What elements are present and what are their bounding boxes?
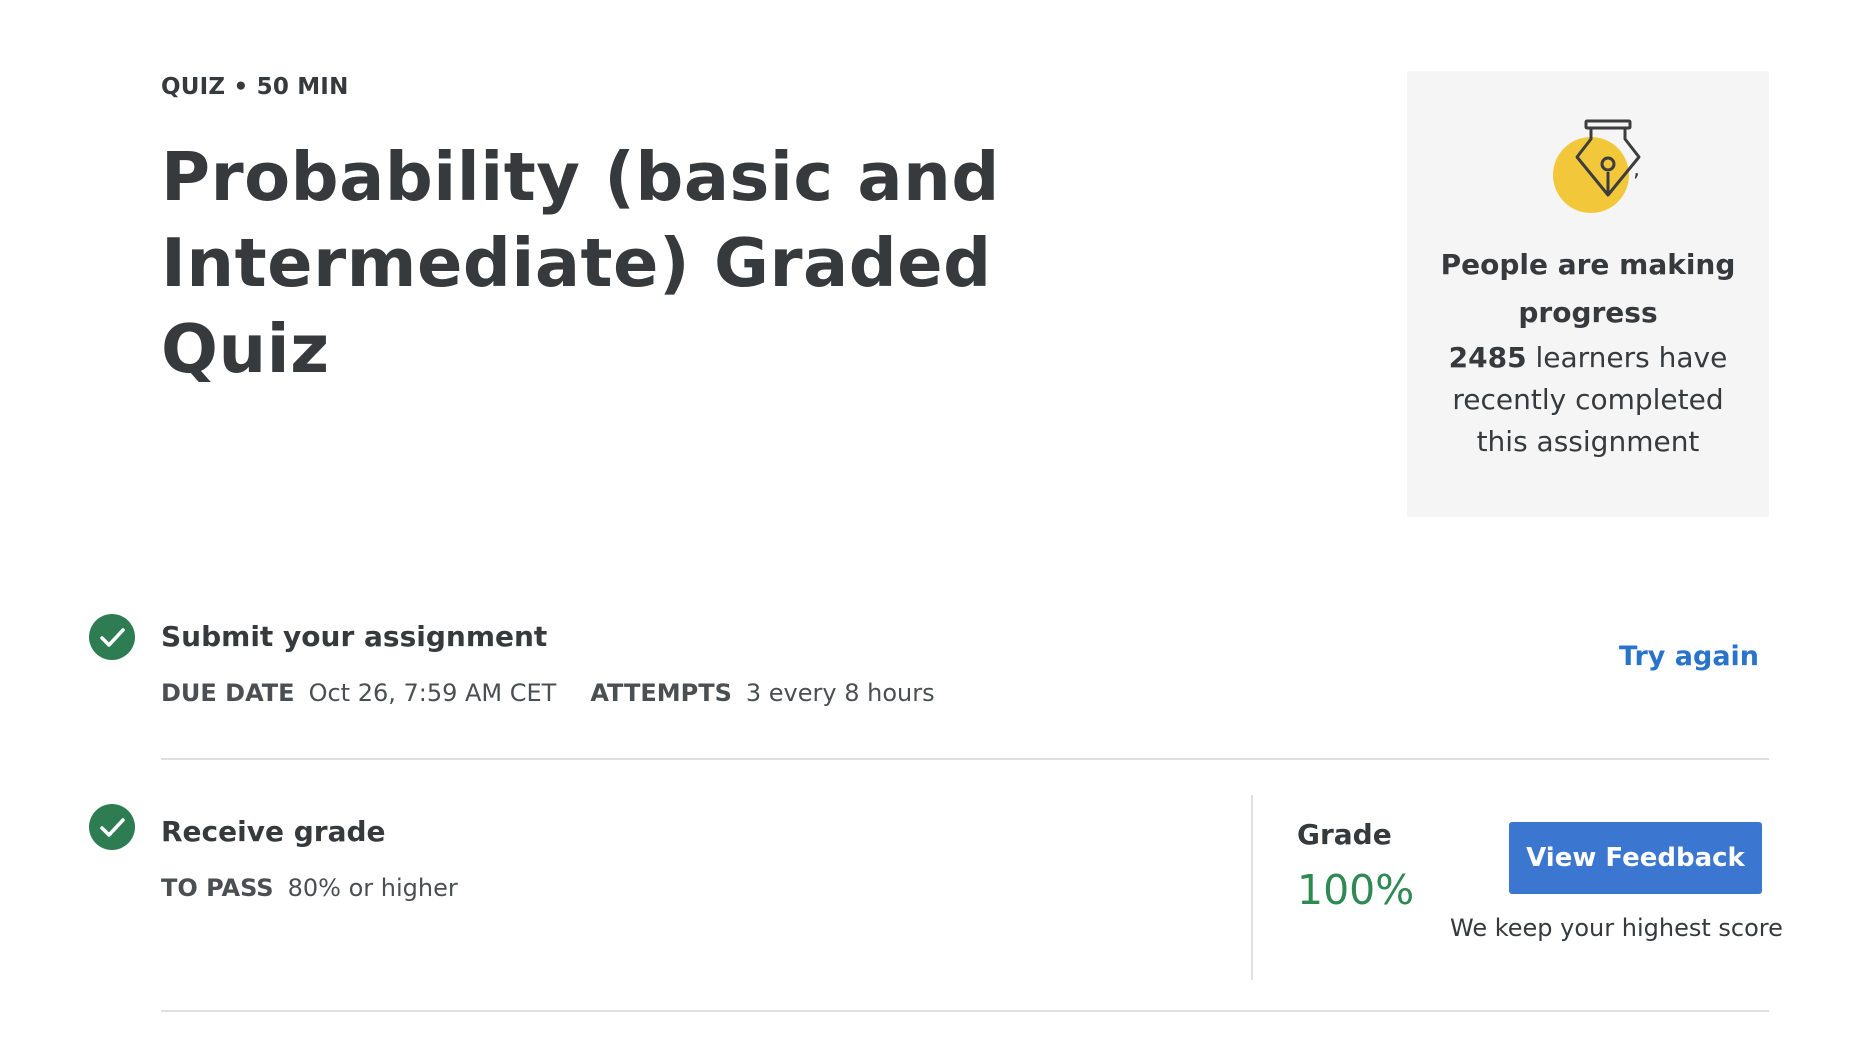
check-circle-icon <box>89 614 135 660</box>
to-pass-label: TO PASS <box>161 874 274 902</box>
progress-card: , People are making progress 2485 learne… <box>1407 71 1769 517</box>
attempts-value: 3 every 8 hours <box>745 679 935 707</box>
learner-count: 2485 <box>1448 341 1527 374</box>
grade-label: Grade <box>1297 818 1392 851</box>
to-pass-value: 80% or higher <box>287 874 458 902</box>
due-date-value: Oct 26, 7:59 AM CET <box>308 679 557 707</box>
try-again-link[interactable]: Try again <box>1619 641 1759 672</box>
submit-step-title: Submit your assignment <box>161 620 548 653</box>
divider <box>161 758 1769 760</box>
title-line-2: Intermediate) Graded Quiz <box>161 224 992 388</box>
submit-step-info: DUE DATE Oct 26, 7:59 AM CET ATTEMPTS 3 eve… <box>161 679 935 707</box>
trailing-mark: , <box>1633 157 1640 182</box>
grade-step-title: Receive grade <box>161 815 386 848</box>
grade-value: 100% <box>1297 866 1415 914</box>
progress-heading: People are making progress <box>1440 248 1736 329</box>
highest-score-note: We keep your highest score <box>1450 914 1783 942</box>
attempts-label: ATTEMPTS <box>590 679 732 707</box>
title-line-1: Probability (basic and <box>161 138 1000 216</box>
grade-step-info: TO PASS 80% or higher <box>161 874 458 902</box>
item-type-label: QUIZ <box>161 74 226 100</box>
page-title: Probability (basic and Intermediate) Gra… <box>161 134 1121 392</box>
progress-text: 2485 learners have recently completed th… <box>1427 337 1749 463</box>
pen-nib-icon <box>1553 119 1641 213</box>
item-duration: 50 MIN <box>256 74 349 100</box>
meta-separator: • <box>233 74 249 100</box>
check-circle-icon <box>89 804 135 850</box>
due-date-label: DUE DATE <box>161 679 295 707</box>
vertical-divider <box>1251 795 1253 980</box>
view-feedback-button[interactable]: View Feedback <box>1509 822 1762 894</box>
divider <box>161 1010 1769 1012</box>
item-meta: QUIZ • 50 MIN <box>161 74 349 100</box>
